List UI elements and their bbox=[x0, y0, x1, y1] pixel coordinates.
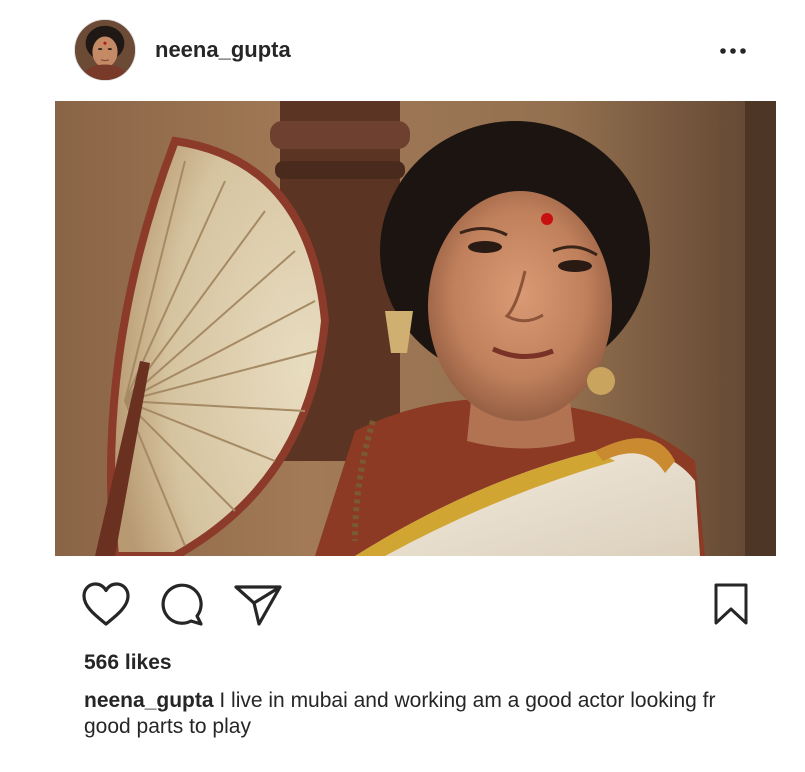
post-caption: neena_gupta I live in mubai and working … bbox=[84, 688, 764, 740]
paper-plane-icon bbox=[234, 585, 282, 626]
bookmark-icon bbox=[714, 583, 748, 625]
post-username[interactable]: neena_gupta bbox=[155, 37, 291, 63]
caption-username[interactable]: neena_gupta bbox=[84, 689, 214, 712]
likes-count[interactable]: 566 likes bbox=[84, 651, 172, 675]
post-photo-image bbox=[55, 101, 776, 556]
post-photo[interactable] bbox=[55, 101, 776, 556]
more-options-button[interactable] bbox=[716, 38, 750, 64]
post-header: neena_gupta bbox=[0, 0, 805, 100]
like-button[interactable] bbox=[80, 580, 132, 628]
heart-icon bbox=[82, 582, 130, 626]
share-button[interactable] bbox=[232, 580, 284, 628]
avatar-image bbox=[75, 20, 135, 80]
save-button[interactable] bbox=[711, 580, 751, 628]
avatar[interactable] bbox=[74, 19, 136, 81]
post-actions bbox=[0, 570, 805, 640]
comment-button[interactable] bbox=[158, 580, 206, 628]
more-options-icon bbox=[720, 48, 746, 54]
instagram-post: neena_gupta 566 likes neena_gupta I live… bbox=[0, 0, 805, 772]
comment-icon bbox=[161, 583, 203, 626]
